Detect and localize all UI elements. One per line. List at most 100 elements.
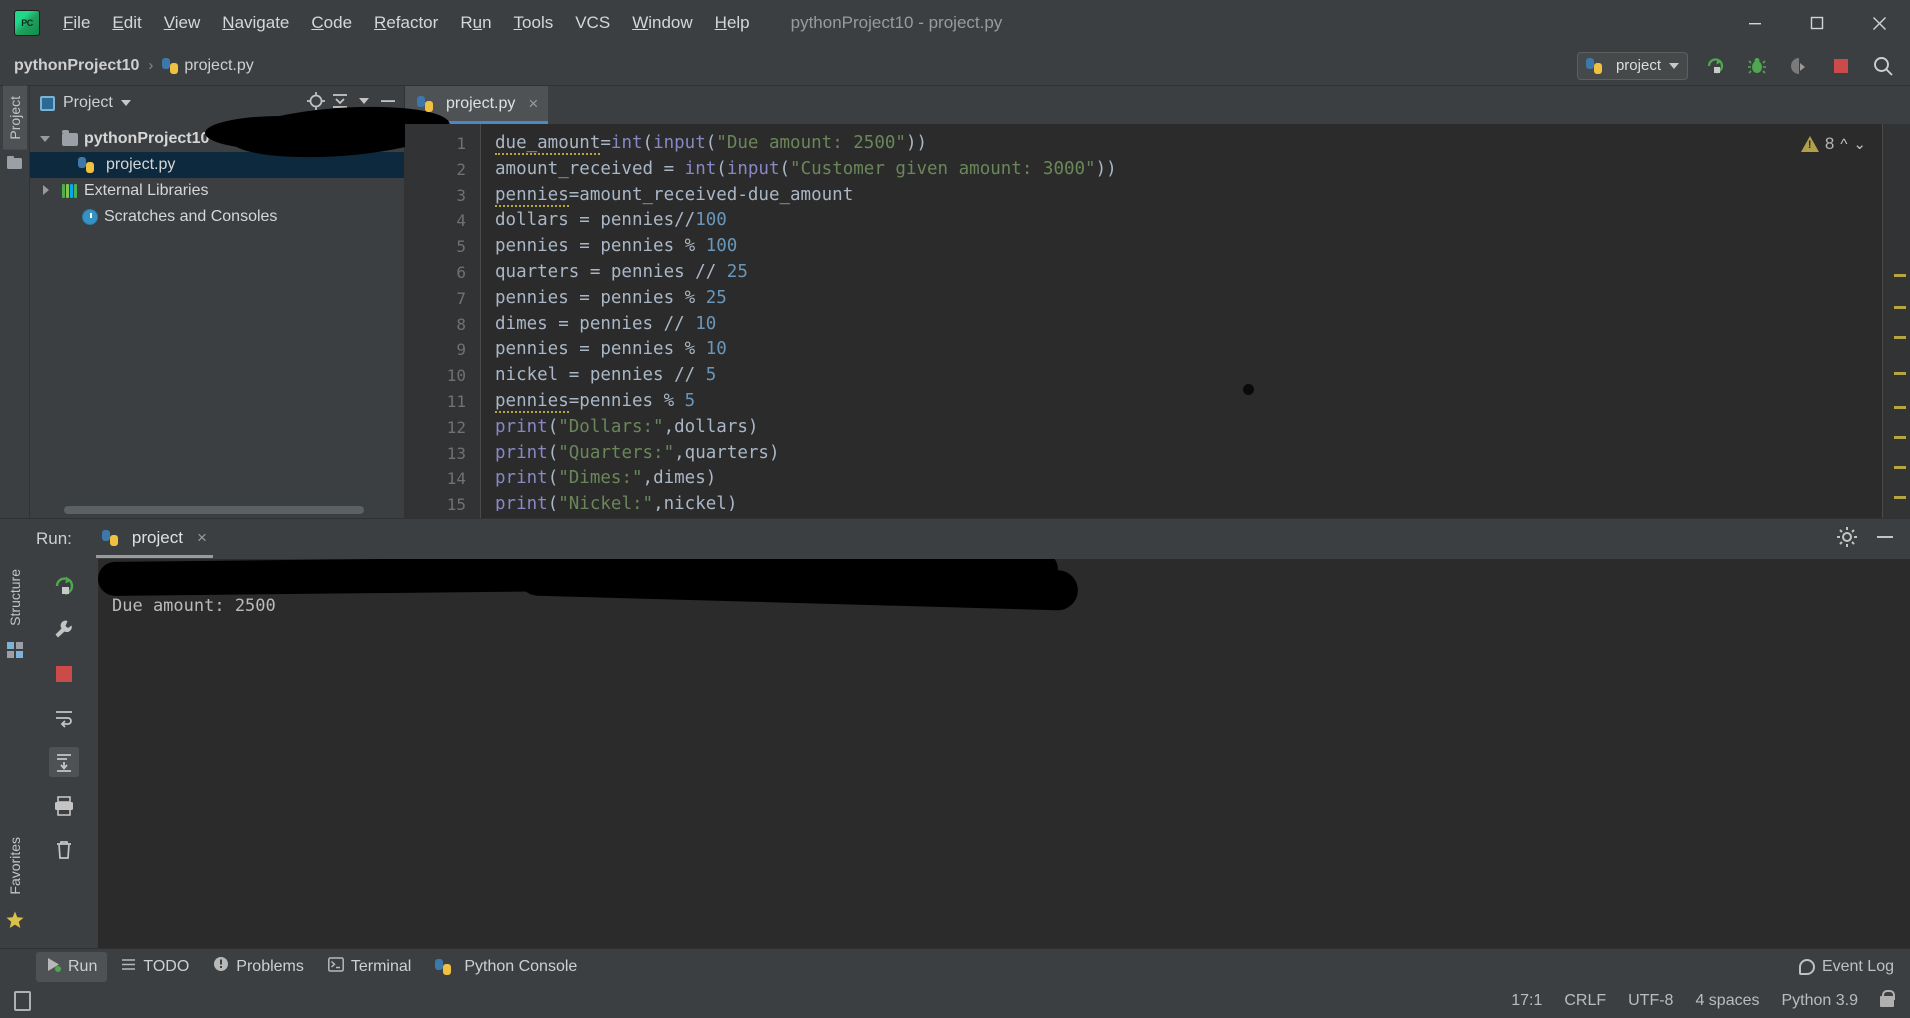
- code-line-8: dimes = pennies // 10: [495, 313, 717, 334]
- python-console-icon: [435, 958, 452, 975]
- run-button[interactable]: [1700, 51, 1730, 81]
- inspection-mark[interactable]: [1894, 406, 1906, 409]
- tree-label-project-py: project.py: [106, 156, 176, 173]
- inspection-status-widget[interactable]: 8 ^ ⌄: [1800, 134, 1866, 154]
- window-controls: [1724, 0, 1910, 46]
- line-number: 7: [456, 288, 466, 308]
- project-tree: pythonProject10 project.py External Libr…: [30, 120, 404, 518]
- indent-setting[interactable]: 4 spaces: [1695, 992, 1759, 1010]
- sidebar-item-favorites[interactable]: Favorites: [3, 827, 27, 905]
- menu-refactor[interactable]: Refactor: [363, 9, 449, 37]
- caret-position[interactable]: 17:1: [1511, 992, 1542, 1010]
- chevron-right-icon[interactable]: [40, 185, 52, 197]
- inspection-mark[interactable]: [1894, 306, 1906, 309]
- problems-icon: [213, 956, 229, 977]
- event-log-button[interactable]: Event Log: [1798, 958, 1894, 976]
- close-tab-icon[interactable]: ×: [528, 94, 538, 114]
- menu-window[interactable]: Window: [621, 9, 703, 37]
- menu-help[interactable]: Help: [704, 9, 761, 37]
- editor-area[interactable]: 1 2 3 4 5 6 7 8 9 10 11 12 13 14 15 16: [405, 124, 1910, 518]
- run-tab-project[interactable]: project ×: [95, 520, 213, 558]
- project-horizontal-scrollbar[interactable]: [64, 506, 364, 514]
- menu-run[interactable]: Run: [449, 9, 502, 37]
- breadcrumb-project[interactable]: pythonProject10: [14, 57, 139, 75]
- menu-file[interactable]: File: [52, 9, 101, 37]
- sidebar-item-structure[interactable]: Structure: [3, 559, 27, 636]
- editor-horizontal-scrollbar[interactable]: [481, 511, 1882, 518]
- close-run-tab-icon[interactable]: ×: [197, 528, 207, 548]
- tool-button-run[interactable]: Run: [36, 951, 108, 982]
- run-panel-label: Run:: [36, 529, 72, 548]
- inspection-mark[interactable]: [1894, 496, 1906, 499]
- lock-icon[interactable]: [1880, 989, 1895, 1007]
- code-content[interactable]: due_amount=int(input("Due amount: 2500")…: [481, 124, 1882, 518]
- scroll-to-end-icon[interactable]: [49, 747, 79, 777]
- file-encoding[interactable]: UTF-8: [1628, 992, 1673, 1010]
- python-file-icon: [78, 157, 94, 173]
- tool-button-todo[interactable]: TODO: [111, 952, 199, 982]
- menu-navigate[interactable]: Navigate: [211, 9, 300, 37]
- line-separator[interactable]: CRLF: [1564, 992, 1606, 1010]
- maximize-icon[interactable]: [1786, 0, 1848, 46]
- inspection-mark[interactable]: [1894, 466, 1906, 469]
- stop-button[interactable]: [1826, 51, 1856, 81]
- chevron-down-icon[interactable]: [120, 100, 131, 106]
- inspection-mark[interactable]: [1894, 336, 1906, 339]
- tree-label-scratches: Scratches and Consoles: [104, 208, 278, 225]
- tree-node-external-libraries[interactable]: External Libraries: [30, 178, 404, 204]
- menu-vcs[interactable]: VCS: [564, 9, 621, 37]
- settings-wrench-icon[interactable]: [49, 615, 79, 645]
- minimize-panel-icon[interactable]: [1874, 526, 1896, 553]
- run-console-output[interactable]: Due amount: 2500: [98, 559, 1910, 948]
- menu-view[interactable]: View: [153, 9, 212, 37]
- close-icon[interactable]: [1848, 0, 1910, 46]
- code-line-5: pennies = pennies % 100: [495, 236, 738, 257]
- menu-code[interactable]: Code: [300, 9, 363, 37]
- chevron-down-icon[interactable]: [40, 133, 52, 145]
- folder-icon: [62, 129, 78, 146]
- coverage-button[interactable]: [1784, 51, 1814, 81]
- inspection-mark[interactable]: [1894, 274, 1906, 277]
- inspection-gutter[interactable]: [1882, 124, 1910, 518]
- inspection-mark[interactable]: [1894, 436, 1906, 439]
- menu-file-rest: ile: [73, 13, 91, 32]
- stop-icon[interactable]: [49, 659, 79, 689]
- menu-edit[interactable]: Edit: [101, 9, 152, 37]
- tree-node-project-py[interactable]: project.py: [30, 152, 404, 178]
- breadcrumb-file[interactable]: project.py: [184, 57, 253, 75]
- menu-tools[interactable]: Tools: [503, 9, 565, 37]
- tool-button-problems[interactable]: Problems: [203, 951, 314, 982]
- print-icon[interactable]: [49, 791, 79, 821]
- run-header: Run: project ×: [0, 519, 1910, 559]
- navigation-bar: pythonProject10 › project.py project: [0, 46, 1910, 86]
- tree-node-scratches[interactable]: Scratches and Consoles: [30, 204, 404, 230]
- chevron-down-icon[interactable]: ⌄: [1853, 135, 1866, 153]
- tool-button-terminal[interactable]: Terminal: [318, 952, 421, 982]
- star-icon[interactable]: [6, 911, 24, 934]
- sidebar-item-project[interactable]: Project: [2, 86, 27, 150]
- debug-button[interactable]: [1742, 51, 1772, 81]
- rerun-icon[interactable]: [49, 571, 79, 601]
- line-number: 8: [456, 314, 466, 334]
- scratches-icon: [82, 209, 98, 225]
- line-number: 13: [446, 443, 466, 463]
- run-configuration-selector[interactable]: project: [1576, 51, 1688, 80]
- search-icon[interactable]: [1868, 51, 1898, 81]
- soft-wrap-icon[interactable]: [49, 703, 79, 733]
- line-number: 15: [446, 495, 466, 515]
- python-interpreter[interactable]: Python 3.9: [1782, 992, 1859, 1010]
- line-number: 1: [456, 134, 466, 153]
- chevron-up-icon[interactable]: ^: [1840, 136, 1847, 153]
- structure-grid-icon[interactable]: [7, 641, 23, 663]
- trash-icon[interactable]: [49, 835, 79, 865]
- menu-bar: PC File Edit View Navigate Code Refactor…: [0, 0, 1910, 46]
- chevron-down-icon: [1669, 62, 1679, 69]
- inspection-mark[interactable]: [1894, 372, 1906, 375]
- document-icon[interactable]: [14, 991, 31, 1011]
- tool-button-python-console[interactable]: Python Console: [425, 953, 587, 981]
- minimize-icon[interactable]: [1724, 0, 1786, 46]
- project-files-icon[interactable]: [6, 155, 23, 175]
- status-bar-right: 17:1 CRLF UTF-8 4 spaces Python 3.9: [1511, 989, 1895, 1010]
- gear-icon[interactable]: [1836, 526, 1858, 553]
- warning-count: 8: [1824, 134, 1835, 153]
